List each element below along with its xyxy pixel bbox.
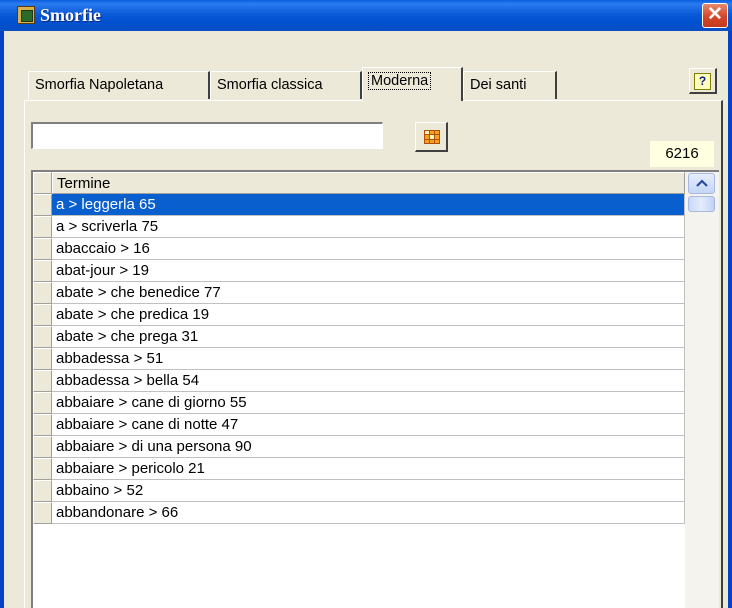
tab-label: Dei santi [470,77,527,93]
table-row[interactable]: abate > che predica 19 [33,304,685,326]
row-selector[interactable] [33,436,52,458]
terms-table[interactable]: Termine a > leggerla 65 a > scriverla 75 ab… [31,170,719,608]
term-cell[interactable]: abbandonare > 66 [52,502,685,524]
close-button[interactable]: ✕ [702,3,728,28]
row-selector[interactable] [33,370,52,392]
table-row[interactable]: abaccaio > 16 [33,238,685,260]
search-input[interactable] [31,122,383,149]
table-row[interactable]: a > scriverla 75 [33,216,685,238]
table-row[interactable]: abbaiare > di una persona 90 [33,436,685,458]
tab-label: Moderna [367,72,432,90]
term-cell[interactable]: abate > che predica 19 [52,304,685,326]
term-cell[interactable]: a > leggerla 65 [52,194,685,216]
table-row[interactable]: abbaino > 52 [33,480,685,502]
table-row[interactable]: abat-jour > 19 [33,260,685,282]
row-selector[interactable] [33,392,52,414]
table-row[interactable]: abbadessa > 51 [33,348,685,370]
term-cell[interactable]: abbadessa > 51 [52,348,685,370]
close-icon: ✕ [707,4,723,25]
scroll-thumb[interactable] [688,196,715,212]
table-row[interactable]: abbadessa > bella 54 [33,370,685,392]
term-cell[interactable]: abbaiare > di una persona 90 [52,436,685,458]
table-row[interactable]: a > leggerla 65 [33,194,685,216]
row-selector[interactable] [33,502,52,524]
row-selector[interactable] [33,480,52,502]
row-selector[interactable] [33,458,52,480]
tab-label: Smorfia classica [217,77,323,93]
table-row[interactable]: abbaiare > pericolo 21 [33,458,685,480]
result-count: 6216 [650,141,714,167]
window-frame-left [0,31,4,608]
table-row[interactable]: abate > che benedice 77 [33,282,685,304]
help-icon: ? [694,73,711,90]
term-cell[interactable]: abbadessa > bella 54 [52,370,685,392]
row-selector[interactable] [33,238,52,260]
row-selector[interactable] [33,172,52,194]
row-selector[interactable] [33,260,52,282]
tab-smorfia-classica[interactable]: Smorfia classica [210,71,362,99]
row-selector[interactable] [33,194,52,216]
tab-smorfia-napoletana[interactable]: Smorfia Napoletana [28,71,210,99]
row-selector[interactable] [33,326,52,348]
window-title: Smorfie [40,5,101,25]
table-header[interactable]: Termine [33,172,685,194]
table-row[interactable]: abbaiare > cane di notte 47 [33,414,685,436]
term-cell[interactable]: abaccaio > 16 [52,238,685,260]
term-cell[interactable]: abbaiare > cane di notte 47 [52,414,685,436]
grid-button[interactable] [415,122,448,152]
table-row[interactable]: abate > che prega 31 [33,326,685,348]
app-icon [17,6,35,24]
scroll-up-button[interactable] [688,173,715,194]
row-selector[interactable] [33,304,52,326]
term-cell[interactable]: abbaino > 52 [52,480,685,502]
row-selector[interactable] [33,348,52,370]
window-frame-right [728,31,732,608]
term-cell[interactable]: abbaiare > cane di giorno 55 [52,392,685,414]
tab-label: Smorfia Napoletana [35,77,164,93]
help-button[interactable]: ? [689,68,717,94]
term-cell[interactable]: abate > che prega 31 [52,326,685,348]
tab-moderna[interactable]: Moderna [362,67,463,101]
column-header-termine[interactable]: Termine [52,172,685,194]
tab-dei-santi[interactable]: Dei santi [463,71,557,99]
grid-icon [424,130,440,144]
term-cell[interactable]: abat-jour > 19 [52,260,685,282]
row-selector[interactable] [33,216,52,238]
term-cell[interactable]: abbaiare > pericolo 21 [52,458,685,480]
term-cell[interactable]: a > scriverla 75 [52,216,685,238]
vertical-scrollbar[interactable] [685,172,719,608]
scroll-up-arrow-icon [696,179,708,187]
row-selector[interactable] [33,414,52,436]
table-row[interactable]: abbaiare > cane di giorno 55 [33,392,685,414]
table-row[interactable]: abbandonare > 66 [33,502,685,524]
title-bar[interactable]: Smorfie ✕ [0,0,732,31]
row-selector[interactable] [33,282,52,304]
term-cell[interactable]: abate > che benedice 77 [52,282,685,304]
